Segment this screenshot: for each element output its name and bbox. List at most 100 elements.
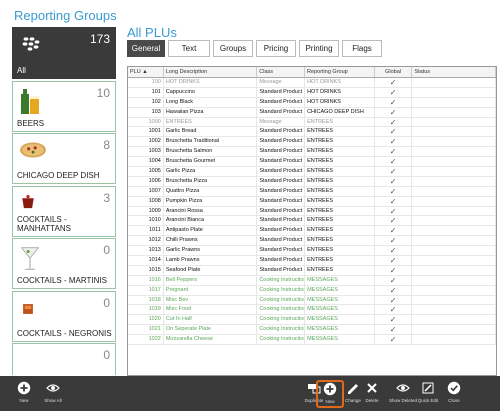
reporting-group-tile[interactable]: 0 COCKTAILS - NEGRONIS	[12, 290, 116, 342]
cell-plu: 101	[128, 87, 164, 97]
col-global-header[interactable]: Global	[375, 67, 413, 77]
plu-table: PLU ▲ Long Description Class Reporting Grou…	[127, 66, 497, 376]
table-row[interactable]: 1005 Garlic Pizza Standard Product ENTREES ✓	[128, 167, 496, 177]
reporting-group-tile[interactable]: 3 COCKTAILS - MANHATTANS	[12, 185, 116, 237]
tab-groups[interactable]: Groups	[213, 40, 253, 57]
quick-edit-button[interactable]: Quick Edit	[414, 381, 442, 409]
cell-desc: Bell Peppers	[164, 275, 258, 285]
reporting-group-tile[interactable]: 8 CHICAGO DEEP DISH	[12, 133, 116, 184]
table-row[interactable]: 1009 Arancini Rossa Standard Product ENTREE…	[128, 206, 496, 217]
table-row[interactable]: 1016 Bell Peppers Cooking Instruction MESSA…	[128, 275, 496, 286]
table-row[interactable]: 1003 Bruschetta Salmon Standard Product ENT…	[128, 147, 496, 158]
table-row[interactable]: 1002 Bruschetta Traditional Standard Produ…	[128, 137, 496, 148]
cell-status	[412, 127, 496, 137]
delete-button[interactable]: Delete	[358, 381, 386, 409]
table-row[interactable]: 1014 Lamb Prawns Standard Product ENTREES ✓	[128, 256, 496, 266]
cell-class: Message	[257, 78, 306, 87]
cell-class: Cooking Instruction	[259, 335, 306, 345]
reporting-group-tile[interactable]: 10 BEERS	[12, 80, 116, 132]
table-row[interactable]: 1019 Misc Food Cooking Instruction MESSAGES…	[128, 305, 496, 316]
col-class-header[interactable]: Class	[257, 67, 306, 77]
tab-pricing[interactable]: Pricing	[256, 40, 296, 57]
cell-plu: 1001	[128, 127, 164, 137]
table-row[interactable]: 1021 On Seperate Plate Cooking Instruction…	[128, 325, 496, 336]
table-row[interactable]: 1022 Mozzarella Cheese Cooking Instruction…	[128, 335, 496, 346]
check-circle-icon	[440, 381, 468, 395]
table-row[interactable]: 1015 Seafood Plate Standard Product ENTREES…	[128, 265, 496, 276]
cell-group: MESSAGES	[305, 275, 375, 285]
cell-desc: Bruschetta Pizza	[164, 176, 258, 186]
cell-desc: Bruschetta Traditional	[164, 137, 258, 147]
cell-global: ✓	[375, 236, 413, 246]
cell-desc: HOT DRINKS	[164, 78, 258, 87]
table-row[interactable]: 101 Cappuccino Standard Product HOT DRINKS ✓	[128, 87, 496, 98]
tab-general[interactable]: General	[127, 40, 165, 57]
cell-group: ENTREES	[305, 206, 375, 216]
table-row[interactable]: 1001 Garlic Bread Standard Product ENTREES ✓	[128, 127, 496, 138]
checkmark-icon: ✓	[389, 246, 397, 256]
cell-global: ✓	[375, 176, 413, 186]
cell-plu: 1017	[128, 285, 164, 295]
cell-class: Standard Product	[257, 97, 306, 107]
checkmark-icon: ✓	[389, 137, 397, 147]
table-row[interactable]: 1007 Quattro Pizza Standard Product ENTREES…	[128, 186, 496, 197]
cell-group: ENTREES	[305, 256, 375, 265]
checkmark-icon: ✓	[389, 127, 397, 137]
cell-plu: 1022	[128, 335, 164, 345]
cell-status	[412, 97, 496, 107]
tab-flags[interactable]: Flags	[342, 40, 382, 57]
cell-desc: Long Black	[164, 97, 258, 107]
table-row[interactable]: 1004 Bruschetta Gourmet Standard Product EN…	[128, 157, 496, 168]
cell-class: Standard Product	[257, 147, 306, 157]
close-button[interactable]: Close	[440, 381, 468, 409]
table-row[interactable]: 1006 Bruschetta Pizza Standard Product ENTR…	[128, 176, 496, 187]
cell-global: ✓	[375, 256, 413, 265]
cell-class: Cooking Instruction	[259, 285, 306, 295]
cell-global: ✓	[375, 117, 413, 127]
table-row[interactable]: 103 Hawaiian Pizza Standard Product CHICAGO…	[128, 107, 496, 118]
cell-status	[412, 236, 496, 246]
cell-status	[412, 315, 496, 325]
table-row[interactable]: 1008 Pumpkin Pizza Standard Product ENTREES…	[128, 196, 496, 207]
col-plu-header[interactable]: PLU ▲	[128, 67, 164, 77]
tab-printing[interactable]: Printing	[299, 40, 339, 57]
table-row[interactable]: 102 Long Black Standard Product HOT DRINKS ✓	[128, 97, 496, 108]
plus-circle-icon	[10, 381, 38, 395]
cell-status	[412, 305, 496, 315]
reporting-group-tile[interactable]: 0	[12, 343, 116, 375]
col-reporting-group-header[interactable]: Reporting Group	[305, 67, 375, 77]
table-row[interactable]: 1020 Cut In Half Cooking Instruction MESSAG…	[128, 315, 496, 326]
new-button[interactable]: New	[10, 381, 38, 409]
group-count: 8	[103, 138, 110, 152]
show-all-button[interactable]: Show All	[39, 381, 67, 409]
table-row[interactable]: 1000 ENTREES Message ENTREES ✓	[128, 117, 496, 128]
reporting-group-tile[interactable]: 0 COCKTAILS - MARTINIS	[12, 238, 116, 289]
cell-desc: Cappuccino	[164, 87, 258, 97]
table-row[interactable]: 1010 Arancini Bianca Standard Product ENTRE…	[128, 216, 496, 227]
table-row[interactable]: 1012 Chilli Prawns Standard Product ENTREES…	[128, 236, 496, 247]
cell-plu: 1016	[128, 275, 164, 285]
cell-status	[412, 87, 496, 97]
cell-group: CHICAGO DEEP DISH	[305, 107, 375, 117]
cell-group: ENTREES	[305, 127, 375, 137]
table-row[interactable]: 1011 Antipasto Plate Standard Product ENTRE…	[128, 226, 496, 237]
cell-group: MESSAGES	[305, 335, 375, 345]
cell-plu: 1009	[128, 206, 164, 216]
tab-text[interactable]: Text	[168, 40, 210, 57]
table-row[interactable]: 1018 Misc Bev Cooking Instruction MESSAGES ✓	[128, 295, 496, 306]
col-status-header[interactable]: Status	[412, 67, 496, 77]
reporting-group-tile[interactable]: 173 All	[12, 27, 116, 79]
col-long-description-header[interactable]: Long Description	[164, 67, 258, 77]
show-deleted-button[interactable]: Show Deleted	[389, 381, 417, 409]
cell-group: HOT DRINKS	[305, 97, 375, 107]
cell-global: ✓	[375, 107, 413, 117]
table-row[interactable]: 100 HOT DRINKS Message HOT DRINKS ✓	[128, 78, 496, 88]
cell-plu: 1008	[128, 196, 164, 206]
table-body[interactable]: 100 HOT DRINKS Message HOT DRINKS ✓ 101 Cappuc…	[128, 78, 496, 346]
cell-global: ✓	[375, 246, 413, 256]
cell-global: ✓	[375, 137, 413, 147]
table-row[interactable]: 1013 Garlic Prawns Standard Product ENTREES…	[128, 246, 496, 257]
table-row[interactable]: 1017 Pregnant Cooking Instruction MESSAGES ✓	[128, 285, 496, 296]
cell-plu: 1011	[128, 226, 164, 236]
group-name: COCKTAILS - MARTINIS	[17, 276, 107, 285]
